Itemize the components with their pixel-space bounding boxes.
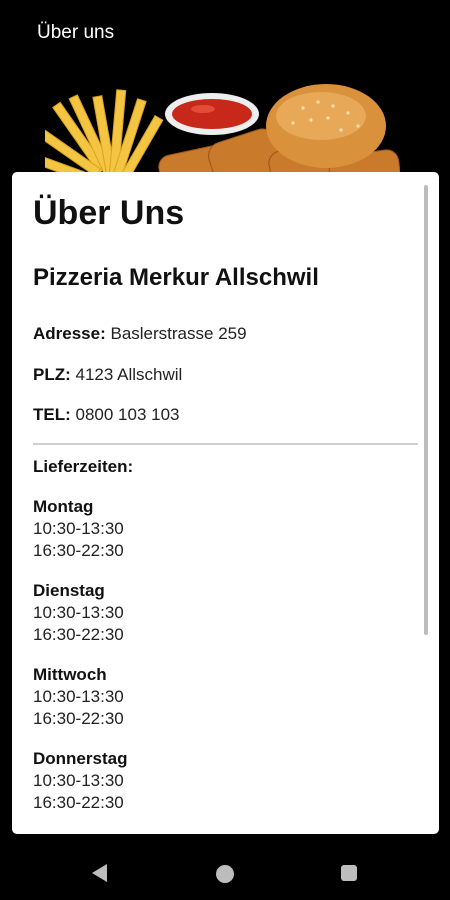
day-wednesday: Mittwoch 10:30-13:30 16:30-22:30 <box>33 664 124 730</box>
address-label: Adresse: <box>33 324 106 343</box>
home-circle-icon[interactable] <box>216 865 234 883</box>
day-name: Donnerstag <box>33 749 128 768</box>
recent-apps-square-icon[interactable] <box>341 865 357 881</box>
day-tuesday: Dienstag 10:30-13:30 16:30-22:30 <box>33 580 124 646</box>
time-slot: 10:30-13:30 <box>33 519 124 538</box>
time-slot: 16:30-22:30 <box>33 709 124 728</box>
phone-label: TEL: <box>33 405 71 424</box>
time-slot: 10:30-13:30 <box>33 687 124 706</box>
delivery-times-label: Lieferzeiten: <box>33 457 134 476</box>
app-bar: Über uns <box>0 0 450 70</box>
day-monday: Montag 10:30-13:30 16:30-22:30 <box>33 496 124 562</box>
zip-value: 4123 Allschwil <box>70 365 183 384</box>
time-slot: 16:30-22:30 <box>33 625 124 644</box>
back-triangle-icon[interactable] <box>92 864 107 882</box>
time-slot: 10:30-13:30 <box>33 771 124 790</box>
page-heading: Über Uns <box>33 194 185 232</box>
scrollbar[interactable] <box>424 185 428 635</box>
phone-value[interactable]: 0800 103 103 <box>71 405 180 424</box>
burger-bun-image <box>266 84 386 168</box>
address-value: Baslerstrasse 259 <box>105 324 247 343</box>
day-name: Montag <box>33 497 94 516</box>
time-slot: 16:30-22:30 <box>33 541 124 560</box>
hero-food-image <box>0 70 450 180</box>
zip-label: PLZ: <box>33 365 71 384</box>
time-slot: 10:30-13:30 <box>33 603 124 622</box>
business-name: Pizzeria Merkur Allschwil <box>33 264 319 291</box>
divider <box>33 443 418 445</box>
time-slot: 16:30-22:30 <box>33 793 124 812</box>
app-bar-title: Über uns <box>37 22 115 43</box>
day-name: Mittwoch <box>33 665 107 684</box>
about-card: Über Uns Pizzeria Merkur Allschwil Adres… <box>12 172 439 834</box>
phone-row: TEL: 0800 103 103 <box>33 405 180 425</box>
zip-row: PLZ: 4123 Allschwil <box>33 365 182 385</box>
address-row: Adresse: Baslerstrasse 259 <box>33 324 247 344</box>
day-thursday: Donnerstag 10:30-13:30 16:30-22:30 <box>33 748 127 814</box>
day-name: Dienstag <box>33 581 105 600</box>
